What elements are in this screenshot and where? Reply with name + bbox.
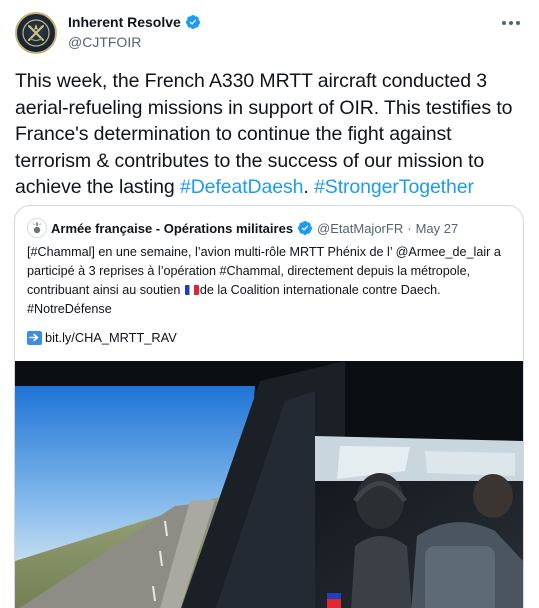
quoted-link-label[interactable]: bit.ly/CHA_MRTT_RAV bbox=[45, 330, 177, 345]
quoted-tweet[interactable]: Armée française - Opérations militaires … bbox=[14, 205, 524, 608]
header-separator: · bbox=[407, 220, 412, 236]
hashtag-defeatdaesh[interactable]: #DefeatDaesh bbox=[180, 176, 304, 198]
grenade-emblem-icon bbox=[32, 222, 42, 234]
tweet-text: This week, the French A330 MRTT aircraft… bbox=[15, 68, 527, 201]
author-avatar[interactable] bbox=[15, 12, 57, 54]
quoted-tweet-text: [#Chammal] en une semaine, l’avion multi… bbox=[27, 243, 515, 319]
verified-badge-icon bbox=[185, 15, 200, 29]
right-arrow-icon bbox=[27, 330, 42, 345]
author-name-row: Inherent Resolve bbox=[68, 14, 201, 30]
quoted-media-video[interactable] bbox=[15, 361, 523, 608]
author-display-name[interactable]: Inherent Resolve bbox=[68, 14, 181, 30]
tweet: Inherent Resolve @CJTFOIR This week, the… bbox=[0, 0, 539, 608]
verified-badge-icon bbox=[298, 221, 313, 235]
oir-emblem-icon bbox=[22, 19, 50, 47]
quoted-author-display-name[interactable]: Armée française - Opérations militaires bbox=[51, 221, 293, 236]
quoted-tweet-header: Armée française - Opérations militaires … bbox=[27, 218, 458, 238]
france-flag-icon bbox=[184, 285, 199, 295]
cockpit-video-thumbnail bbox=[15, 361, 523, 608]
quoted-author-avatar[interactable] bbox=[27, 218, 47, 238]
quoted-tweet-date[interactable]: May 27 bbox=[416, 221, 459, 236]
quoted-link[interactable]: bit.ly/CHA_MRTT_RAV bbox=[27, 330, 177, 345]
tweet-text-separator: . bbox=[303, 176, 315, 198]
more-horizontal-icon[interactable] bbox=[499, 16, 523, 30]
hashtag-strongertogether[interactable]: #StrongerTogether bbox=[314, 176, 474, 198]
author-handle[interactable]: @CJTFOIR bbox=[68, 34, 141, 50]
quoted-author-handle[interactable]: @EtatMajorFR bbox=[317, 221, 403, 236]
